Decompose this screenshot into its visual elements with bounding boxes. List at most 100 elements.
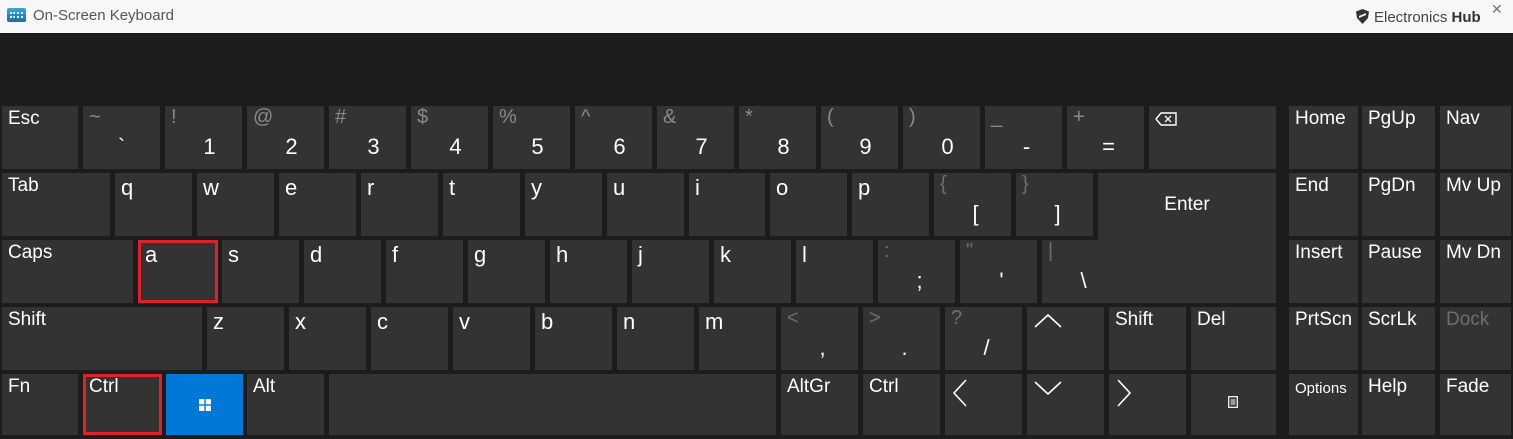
key-label: Dock — [1446, 309, 1490, 330]
key-label: v — [459, 309, 470, 334]
key-space[interactable] — [329, 374, 776, 435]
key-label: d — [310, 242, 323, 267]
key-label: Caps — [8, 242, 53, 263]
key-del[interactable]: Del — [1191, 307, 1276, 370]
key-shift-label: # — [335, 106, 347, 128]
key-8[interactable]: * 8 — [739, 106, 816, 169]
key-backspace[interactable] — [1149, 106, 1276, 169]
key-y[interactable]: y — [525, 173, 602, 236]
key-windows[interactable] — [166, 374, 243, 435]
key-h[interactable]: h — [550, 240, 627, 303]
key-6[interactable]: ^ 6 — [575, 106, 652, 169]
key-label: = — [1102, 134, 1115, 159]
key-left-bracket[interactable]: {[ — [934, 173, 1011, 236]
key-u[interactable]: u — [607, 173, 684, 236]
key-alt[interactable]: Alt — [247, 374, 324, 435]
key-ctrl-right[interactable]: Ctrl — [863, 374, 940, 435]
key-shift-left[interactable]: Shift — [2, 307, 202, 370]
key-m[interactable]: m — [699, 307, 776, 370]
key-backslash[interactable]: | \ — [1042, 240, 1119, 303]
key-v[interactable]: v — [453, 307, 530, 370]
key-2[interactable]: @2 — [247, 106, 324, 169]
key-0[interactable]: ) 0 — [903, 106, 980, 169]
key-n[interactable]: n — [617, 307, 694, 370]
key-tab[interactable]: Tab — [2, 173, 110, 236]
key-esc[interactable]: Esc — [2, 106, 78, 169]
key-label: / — [983, 335, 990, 360]
key-q[interactable]: q — [115, 173, 192, 236]
key-menu[interactable] — [1191, 374, 1276, 435]
backspace-icon — [1155, 112, 1177, 126]
key-d[interactable]: d — [304, 240, 381, 303]
key-scrlk[interactable]: ScrLk — [1362, 307, 1435, 370]
key-mvdn[interactable]: Mv Dn — [1440, 240, 1511, 303]
key-r[interactable]: r — [361, 173, 438, 236]
key-insert[interactable]: Insert — [1289, 240, 1358, 303]
key-w[interactable]: w — [197, 173, 274, 236]
key-3[interactable]: #3 — [329, 106, 406, 169]
key-label: , — [819, 335, 826, 360]
key-home[interactable]: Home — [1289, 106, 1358, 169]
key-x[interactable]: x — [289, 307, 366, 370]
key-fade[interactable]: Fade — [1440, 374, 1511, 435]
key-b[interactable]: b — [535, 307, 612, 370]
key-f[interactable]: f — [386, 240, 463, 303]
key-right-bracket[interactable]: }] — [1016, 173, 1093, 236]
key-9[interactable]: (9 — [821, 106, 898, 169]
key-altgr[interactable]: AltGr — [781, 374, 858, 435]
key-shift-label: ? — [951, 307, 963, 329]
key-pgdn[interactable]: PgDn — [1362, 173, 1435, 236]
key-comma[interactable]: <, — [781, 307, 858, 370]
key-shift-label: _ — [991, 106, 1003, 128]
key-label: Del — [1197, 309, 1226, 330]
key-4[interactable]: $4 — [411, 106, 488, 169]
key-o[interactable]: o — [770, 173, 847, 236]
key-7[interactable]: & 7 — [657, 106, 734, 169]
key-arrow-left[interactable] — [945, 374, 1022, 435]
key-label: f — [392, 242, 399, 267]
key-e[interactable]: e — [279, 173, 356, 236]
key-slash[interactable]: ? / — [945, 307, 1022, 370]
key-help[interactable]: Help — [1362, 374, 1435, 435]
key-prtscn[interactable]: PrtScn — [1289, 307, 1358, 370]
key-s[interactable]: s — [222, 240, 299, 303]
key-pgup[interactable]: PgUp — [1362, 106, 1435, 169]
key-nav[interactable]: Nav — [1440, 106, 1511, 169]
key-k[interactable]: k — [714, 240, 791, 303]
key-j[interactable]: j — [632, 240, 709, 303]
key-end[interactable]: End — [1289, 173, 1358, 236]
key-caps[interactable]: Caps — [2, 240, 133, 303]
key-minus[interactable]: _ - — [985, 106, 1062, 169]
key-quote[interactable]: " ' — [960, 240, 1037, 303]
key-label: b — [541, 309, 554, 334]
key-1[interactable]: ! 1 — [165, 106, 242, 169]
key-label: 9 — [859, 134, 872, 159]
key-semicolon[interactable]: :; — [878, 240, 955, 303]
key-l[interactable]: l — [796, 240, 873, 303]
key-shift-label: ^ — [581, 106, 591, 128]
key-g[interactable]: g — [468, 240, 545, 303]
title-bar: On-Screen Keyboard Electronics Hub ✕ — [0, 0, 1513, 33]
key-z[interactable]: z — [207, 307, 284, 370]
key-label: Shift — [8, 309, 47, 330]
key-period[interactable]: >. — [863, 307, 940, 370]
key-arrow-down[interactable] — [1027, 374, 1104, 435]
key-ctrl-left[interactable]: Ctrl — [83, 374, 162, 435]
key-shift-right[interactable]: Shift — [1109, 307, 1186, 370]
key-a[interactable]: a — [138, 240, 218, 303]
key-enter[interactable]: Enter — [1098, 173, 1276, 303]
key-t[interactable]: t — [443, 173, 520, 236]
key-c[interactable]: c — [371, 307, 448, 370]
key-arrow-up[interactable] — [1027, 307, 1104, 370]
key-arrow-right[interactable] — [1109, 374, 1186, 435]
key-options[interactable]: Options — [1289, 374, 1358, 435]
key-pause[interactable]: Pause — [1362, 240, 1435, 303]
key-p[interactable]: p — [852, 173, 929, 236]
close-icon[interactable]: ✕ — [1491, 1, 1503, 18]
key-backtick[interactable]: ~ ` — [83, 106, 160, 169]
key-5[interactable]: % 5 — [493, 106, 570, 169]
key-mvup[interactable]: Mv Up — [1440, 173, 1511, 236]
key-i[interactable]: i — [689, 173, 765, 236]
key-equals[interactable]: + = — [1067, 106, 1144, 169]
key-fn[interactable]: Fn — [2, 374, 78, 435]
